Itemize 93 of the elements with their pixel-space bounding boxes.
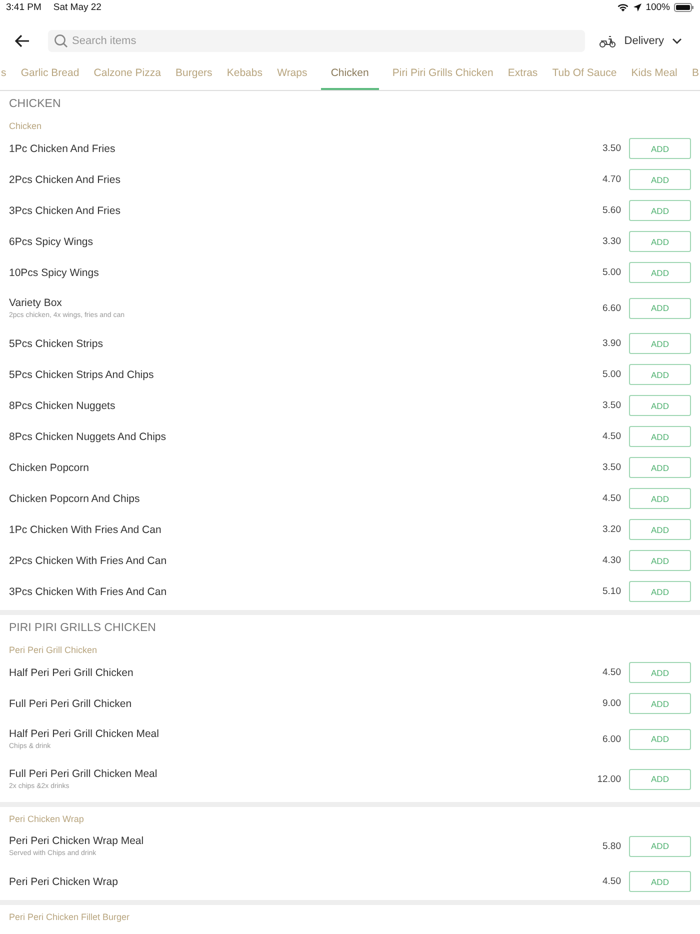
add-button[interactable]: ADD — [629, 836, 691, 856]
add-button[interactable]: ADD — [629, 364, 691, 385]
chevron-down-icon — [672, 38, 682, 44]
add-button[interactable]: ADD — [629, 169, 691, 190]
item-price: 12.00 — [597, 774, 621, 784]
item-price: 3.50 — [602, 400, 621, 411]
add-button[interactable]: ADD — [629, 488, 691, 509]
item-name: Half Peri Peri Grill Chicken — [9, 666, 134, 678]
add-button[interactable]: ADD — [629, 333, 691, 354]
add-button[interactable]: ADD — [629, 550, 691, 571]
item-name: 1Pc Chicken And Fries — [9, 142, 116, 154]
battery-icon — [674, 2, 694, 12]
item-name: Full Peri Peri Grill Chicken Meal — [9, 768, 158, 780]
search-icon — [54, 34, 68, 48]
item-price: 9.00 — [602, 698, 621, 709]
item-price: 3.30 — [602, 236, 621, 247]
add-button[interactable]: ADD — [629, 662, 691, 683]
item-price: 4.50 — [602, 493, 621, 504]
item-name: 8Pcs Chicken Nuggets — [9, 400, 116, 412]
add-button[interactable]: ADD — [629, 231, 691, 252]
item-price: 3.50 — [602, 143, 621, 154]
group-heading: Peri Chicken Wrap — [8, 813, 85, 826]
add-button[interactable]: ADD — [629, 200, 691, 221]
item-name: 2Pcs Chicken With Fries And Can — [9, 554, 168, 566]
add-button[interactable]: ADD — [629, 395, 691, 416]
category-tab[interactable]: Kids Meal — [630, 58, 678, 90]
item-price: 6.60 — [602, 302, 621, 314]
category-tab[interactable]: B — [690, 58, 700, 90]
category-tab[interactable]: Tub Of Sauce — [551, 58, 618, 90]
item-name: 1Pc Chicken With Fries And Can — [9, 524, 162, 536]
item-name: Chicken Popcorn — [9, 462, 90, 474]
item-price: 5.80 — [602, 840, 621, 852]
item-name: 6Pcs Spicy Wings — [9, 236, 94, 248]
category-tab[interactable]: Piri Piri Grills Chicken — [391, 58, 494, 90]
item-price: 5.00 — [602, 369, 621, 380]
battery-percent: 100% — [646, 2, 670, 12]
category-tab[interactable]: Calzone Pizza — [92, 58, 162, 90]
category-tab[interactable]: Garlic Bread — [20, 58, 80, 90]
add-button[interactable]: ADD — [629, 262, 691, 283]
item-name: Peri Peri Chicken Wrap — [9, 876, 119, 888]
item-price: 4.50 — [602, 876, 621, 887]
status-time: 3:41 PM — [6, 2, 42, 12]
item-price: 3.20 — [602, 524, 621, 535]
item-name: Peri Peri Chicken Wrap Meal — [9, 835, 145, 847]
item-price: 3.90 — [602, 338, 621, 349]
wifi-icon — [616, 2, 629, 12]
item-name: 3Pcs Chicken With Fries And Can — [9, 586, 168, 598]
item-price: 4.50 — [602, 431, 621, 442]
item-price: 5.10 — [602, 586, 621, 597]
add-button[interactable]: ADD — [629, 728, 691, 750]
item-price: 5.00 — [602, 267, 621, 278]
delivery-dropdown[interactable]: Delivery — [595, 30, 692, 52]
category-tab[interactable]: Kebabs — [226, 58, 264, 90]
item-name: Variety Box — [9, 297, 63, 309]
add-button[interactable]: ADD — [629, 426, 691, 447]
scooter-icon — [599, 34, 616, 48]
item-price: 4.50 — [602, 667, 621, 678]
item-name: 2Pcs Chicken And Fries — [9, 174, 122, 186]
add-button[interactable]: ADD — [629, 457, 691, 478]
item-name: 10Pcs Spicy Wings — [9, 266, 100, 278]
add-button[interactable]: ADD — [629, 693, 691, 714]
location-arrow-icon — [632, 2, 642, 12]
group-heading: Peri Peri Grill Chicken — [8, 644, 98, 657]
item-name: Half Peri Peri Grill Chicken Meal — [9, 728, 160, 740]
item-name: 3Pcs Chicken And Fries — [9, 204, 122, 216]
item-price: 4.70 — [602, 174, 621, 185]
category-tab[interactable]: Extras — [506, 58, 539, 90]
item-name: 5Pcs Chicken Strips And Chips — [9, 368, 155, 380]
item-price: 4.30 — [602, 555, 621, 566]
category-tab[interactable]: s — [0, 58, 8, 90]
item-name: Full Peri Peri Grill Chicken — [9, 698, 133, 710]
item-price: 5.60 — [602, 205, 621, 216]
section-heading: PIRI PIRI GRILLS CHICKEN — [8, 621, 157, 636]
add-button[interactable]: ADD — [629, 519, 691, 540]
category-tab[interactable]: Burgers — [174, 58, 214, 90]
category-tab[interactable]: Chicken — [320, 58, 379, 90]
add-button[interactable]: ADD — [629, 298, 691, 318]
section-heading: CHICKEN — [8, 97, 62, 112]
status-date: Sat May 22 — [53, 2, 102, 12]
back-arrow-icon — [14, 34, 30, 48]
search-field[interactable]: Search items — [48, 30, 586, 52]
category-tab[interactable]: Wraps — [276, 58, 308, 90]
item-price: 6.00 — [602, 734, 621, 744]
item-name: 5Pcs Chicken Strips — [9, 338, 104, 350]
add-button[interactable]: ADD — [629, 768, 691, 790]
group-heading: Chicken — [8, 120, 43, 133]
group-heading: Peri Peri Chicken Fillet Burger — [8, 911, 131, 924]
item-price: 3.50 — [602, 462, 621, 473]
item-name: 8Pcs Chicken Nuggets And Chips — [9, 430, 168, 442]
add-button[interactable]: ADD — [629, 871, 691, 892]
add-button[interactable]: ADD — [629, 138, 691, 159]
add-button[interactable]: ADD — [629, 581, 691, 602]
item-name: Chicken Popcorn And Chips — [9, 492, 141, 504]
